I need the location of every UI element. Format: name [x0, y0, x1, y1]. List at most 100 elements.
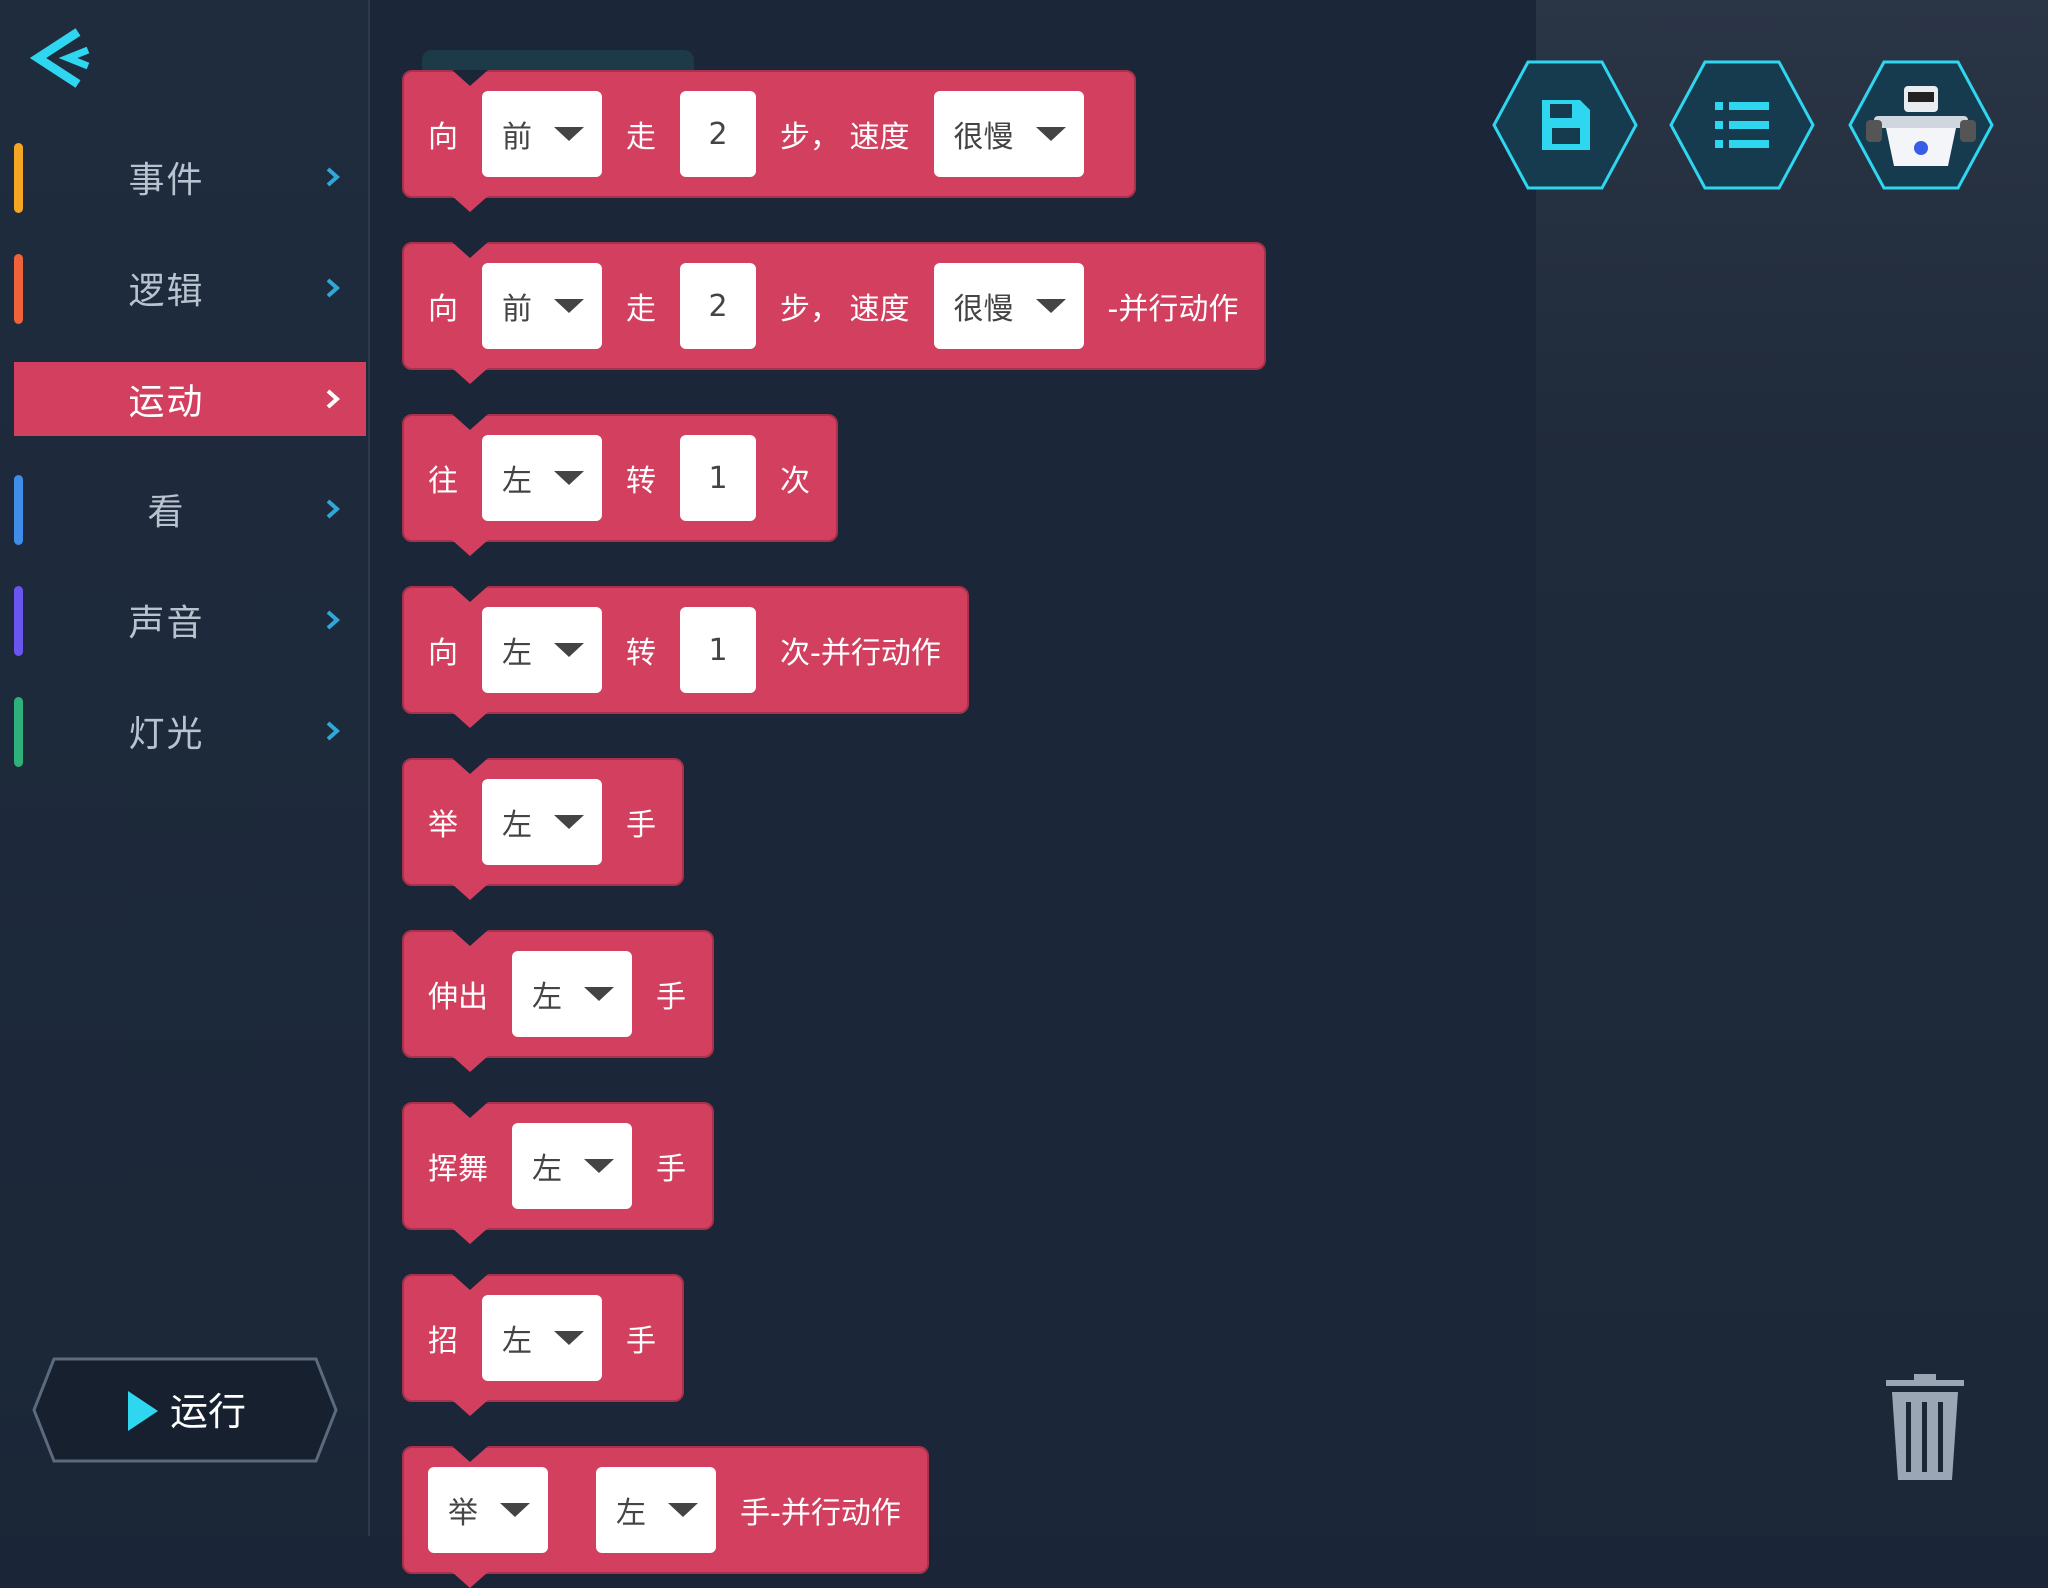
- block-number-input[interactable]: 1: [680, 435, 756, 521]
- block-number-input[interactable]: 2: [680, 263, 756, 349]
- caret-down-icon: [1035, 127, 1066, 141]
- caret-down-icon: [554, 299, 584, 313]
- motion-block[interactable]: 向 前 走 2 步， 速度 很慢 -并行动作: [402, 242, 1267, 384]
- category-label: 运动: [128, 382, 205, 423]
- dropdown-value: 很慢: [953, 120, 1014, 155]
- caret-down-icon: [554, 1331, 584, 1345]
- block-notch-top: [452, 758, 488, 774]
- category-logic[interactable]: 逻辑: [14, 251, 366, 325]
- robot-avatar-button[interactable]: [1846, 58, 1996, 192]
- dropdown-value: 左: [502, 464, 532, 499]
- block-label: 走: [626, 292, 656, 327]
- category-sidebar: 事件逻辑运动看声音灯光 运行: [0, 0, 370, 1536]
- caret-down-icon: [584, 1159, 614, 1173]
- chevron-right-icon: [326, 167, 341, 187]
- block-notch-bottom: [452, 1056, 488, 1072]
- block-label: 向: [428, 292, 458, 327]
- chevron-right-icon: [326, 721, 341, 741]
- dropdown-value: 左: [502, 1324, 532, 1359]
- dropdown-value: 左: [502, 808, 532, 843]
- dropdown-value: 举: [448, 1496, 478, 1531]
- chevron-right-icon: [326, 278, 341, 298]
- caret-down-icon: [554, 815, 584, 829]
- block-notch-top: [452, 586, 488, 602]
- block-dropdown[interactable]: 左: [482, 1295, 602, 1381]
- category-look[interactable]: 看: [14, 472, 366, 546]
- block-label: 步， 速度: [780, 120, 910, 155]
- block-label: 次-并行动作: [780, 636, 941, 671]
- caret-down-icon: [554, 127, 584, 141]
- motion-block[interactable]: 举 左 手-并行动作: [402, 1446, 929, 1588]
- block-label: 挥舞: [428, 1152, 488, 1187]
- block-label: 举: [428, 808, 458, 843]
- category-light[interactable]: 灯光: [14, 694, 366, 768]
- motion-block[interactable]: 伸出 左 手: [402, 930, 714, 1072]
- block-label: 向: [428, 120, 458, 155]
- motion-block[interactable]: 举左手: [402, 758, 684, 900]
- back-arrow-icon[interactable]: [30, 26, 100, 96]
- block-label: 招: [428, 1324, 458, 1359]
- block-notch-top: [452, 1274, 488, 1290]
- dropdown-value: 左: [532, 1152, 562, 1187]
- motion-block[interactable]: 向 左 转 1 次-并行动作: [402, 586, 969, 728]
- category-label: 逻辑: [128, 271, 205, 312]
- block-label: 手: [656, 1152, 686, 1187]
- dropdown-value: 左: [532, 980, 562, 1015]
- block-dropdown[interactable]: 左: [482, 435, 602, 521]
- list-button[interactable]: [1667, 58, 1817, 192]
- motion-block[interactable]: 挥舞 左 手: [402, 1102, 714, 1244]
- block-notch-top: [452, 1446, 488, 1462]
- category-label: 事件: [128, 160, 205, 201]
- block-label: 手: [626, 1324, 656, 1359]
- caret-down-icon: [584, 987, 614, 1001]
- category-events[interactable]: 事件: [14, 140, 366, 214]
- block-dropdown[interactable]: 前: [482, 91, 602, 177]
- dropdown-value: 左: [502, 636, 532, 671]
- block-dropdown[interactable]: 左: [482, 607, 602, 693]
- block-label: -并行动作: [1107, 292, 1239, 327]
- block-notch-bottom: [452, 712, 488, 728]
- block-notch-bottom: [452, 368, 488, 384]
- block-number-input[interactable]: 2: [680, 91, 756, 177]
- caret-down-icon: [668, 1503, 698, 1517]
- block-dropdown[interactable]: 举: [428, 1467, 548, 1553]
- block-label: 转: [626, 636, 656, 671]
- block-notch-top: [452, 242, 488, 258]
- block-dropdown[interactable]: 左: [512, 951, 632, 1037]
- block-notch-bottom: [452, 884, 488, 900]
- dropdown-value: 前: [502, 292, 532, 327]
- block-dropdown[interactable]: 左: [482, 779, 602, 865]
- chevron-right-icon: [326, 389, 341, 409]
- category-sound[interactable]: 声音: [14, 583, 366, 657]
- block-dropdown[interactable]: 很慢: [933, 263, 1084, 349]
- block-dropdown[interactable]: 很慢: [933, 91, 1084, 177]
- block-notch-top: [452, 930, 488, 946]
- category-label: 声音: [128, 603, 205, 644]
- block-label: 次: [780, 464, 810, 499]
- motion-block[interactable]: 招左手: [402, 1274, 684, 1416]
- category-label: 灯光: [128, 714, 205, 755]
- script-canvas[interactable]: [1536, 0, 2048, 1536]
- save-icon: [1542, 100, 1590, 150]
- caret-down-icon: [554, 471, 584, 485]
- block-label: 转: [626, 464, 656, 499]
- chevron-right-icon: [326, 610, 341, 630]
- block-number-input[interactable]: 1: [680, 607, 756, 693]
- caret-down-icon: [1035, 299, 1066, 313]
- block-dropdown[interactable]: 前: [482, 263, 602, 349]
- motion-block[interactable]: 往 左 转1次: [402, 414, 838, 556]
- category-motion[interactable]: 运动: [14, 362, 366, 436]
- trash-icon[interactable]: [1882, 1372, 1968, 1484]
- block-label: 手: [626, 808, 656, 843]
- block-notch-bottom: [452, 1228, 488, 1244]
- save-button[interactable]: [1490, 58, 1640, 192]
- caret-down-icon: [554, 643, 584, 657]
- chevron-right-icon: [326, 499, 341, 519]
- motion-block[interactable]: 向 前 走 2 步， 速度 很慢: [402, 70, 1136, 212]
- block-dropdown[interactable]: 左: [596, 1467, 716, 1553]
- block-dropdown[interactable]: 左: [512, 1123, 632, 1209]
- run-button[interactable]: 运行: [30, 1355, 340, 1465]
- block-notch-top: [452, 70, 488, 86]
- dropdown-value: 很慢: [953, 292, 1014, 327]
- block-notch-bottom: [452, 196, 488, 212]
